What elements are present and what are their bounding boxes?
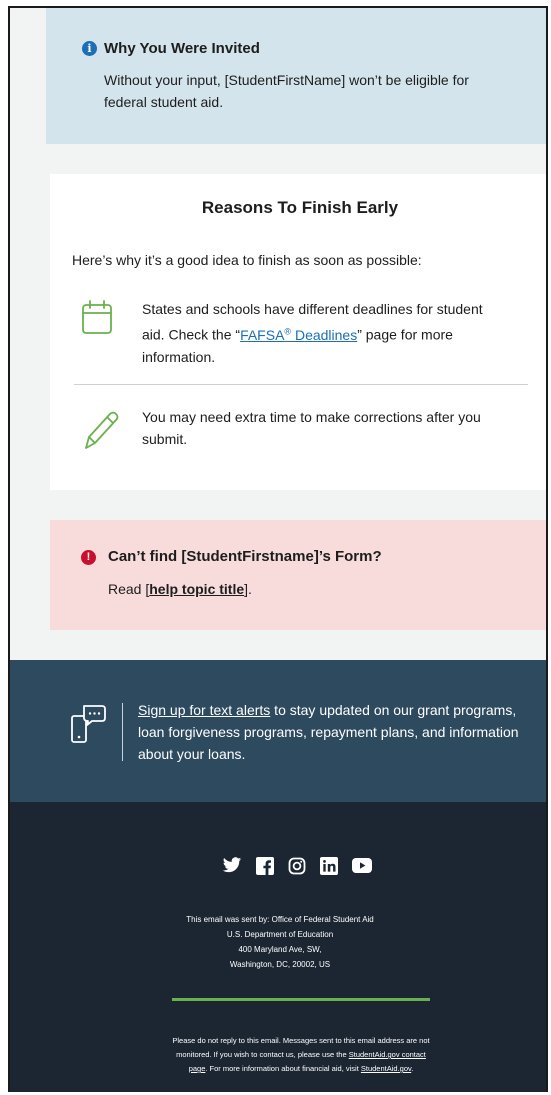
- calendar-icon: [80, 298, 114, 343]
- reason-text-corrections: You may need extra time to make correcti…: [142, 409, 481, 447]
- invited-panel: i Why You Were Invited Without your inpu…: [46, 8, 546, 144]
- info-icon: i: [82, 41, 97, 56]
- sign-up-text-alerts-link[interactable]: Sign up for text alerts: [138, 702, 270, 718]
- reasons-divider: [74, 384, 528, 385]
- footer-disclaimer: Please do not reply to this email. Messa…: [172, 1036, 430, 1073]
- reasons-card: Reasons To Finish Early Here’s why it’s …: [50, 174, 546, 490]
- form-not-found-title: Can’t find [StudentFirstname]’s Form?: [108, 548, 382, 565]
- alerts-divider: [122, 703, 123, 761]
- phone-chat-icon: [70, 702, 106, 751]
- fafsa-deadlines-link[interactable]: FAFSA® Deadlines: [240, 326, 357, 343]
- reasons-intro: Here’s why it’s a good idea to finish as…: [72, 252, 422, 268]
- facebook-icon[interactable]: [256, 856, 274, 880]
- email-frame: i Why You Were Invited Without your inpu…: [8, 6, 548, 1092]
- instagram-icon[interactable]: [288, 857, 306, 880]
- twitter-icon[interactable]: [222, 857, 242, 879]
- alert-icon: !: [81, 550, 96, 565]
- youtube-icon[interactable]: [352, 858, 372, 878]
- text-alerts-message: Sign up for text alerts to stay updated …: [138, 702, 519, 762]
- sender-address: This email was sent by: Office of Federa…: [186, 915, 374, 969]
- reasons-title: Reasons To Finish Early: [201, 198, 399, 217]
- form-not-found-panel: ! Can’t find [StudentFirstname]’s Form? …: [50, 520, 546, 630]
- pencil-icon: [80, 406, 120, 457]
- social-links: [222, 856, 372, 880]
- studentaid-link[interactable]: StudentAid.gov: [361, 1064, 411, 1073]
- linkedin-icon[interactable]: [320, 856, 338, 880]
- form-not-found-body: Read [help topic title].: [108, 581, 252, 597]
- footer: This email was sent by: Office of Federa…: [10, 802, 546, 1092]
- footer-divider: [172, 998, 430, 1001]
- invited-body: Without your input, [StudentFirstName] w…: [104, 72, 469, 110]
- reason-text-deadlines: States and schools have different deadli…: [142, 301, 483, 365]
- invited-title: Why You Were Invited: [104, 40, 260, 57]
- text-alerts-band: Sign up for text alerts to stay updated …: [10, 660, 546, 802]
- help-topic-link[interactable]: help topic title: [149, 581, 244, 597]
